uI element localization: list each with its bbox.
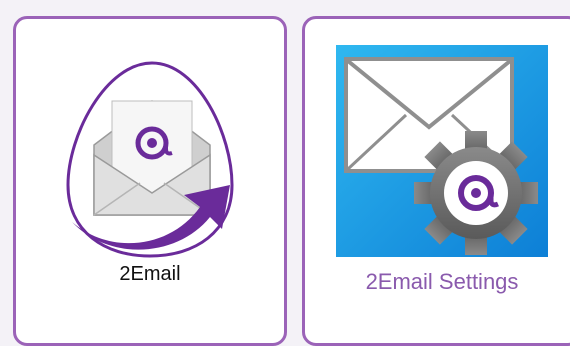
- tile-label: 2Email: [119, 263, 181, 285]
- email-settings-icon: [336, 45, 548, 257]
- tile-2email[interactable]: 2Email: [13, 16, 287, 346]
- tile-2email-settings[interactable]: 2Email Settings: [302, 16, 570, 346]
- tile-label: 2Email Settings: [365, 269, 519, 294]
- email-send-icon: [60, 57, 240, 262]
